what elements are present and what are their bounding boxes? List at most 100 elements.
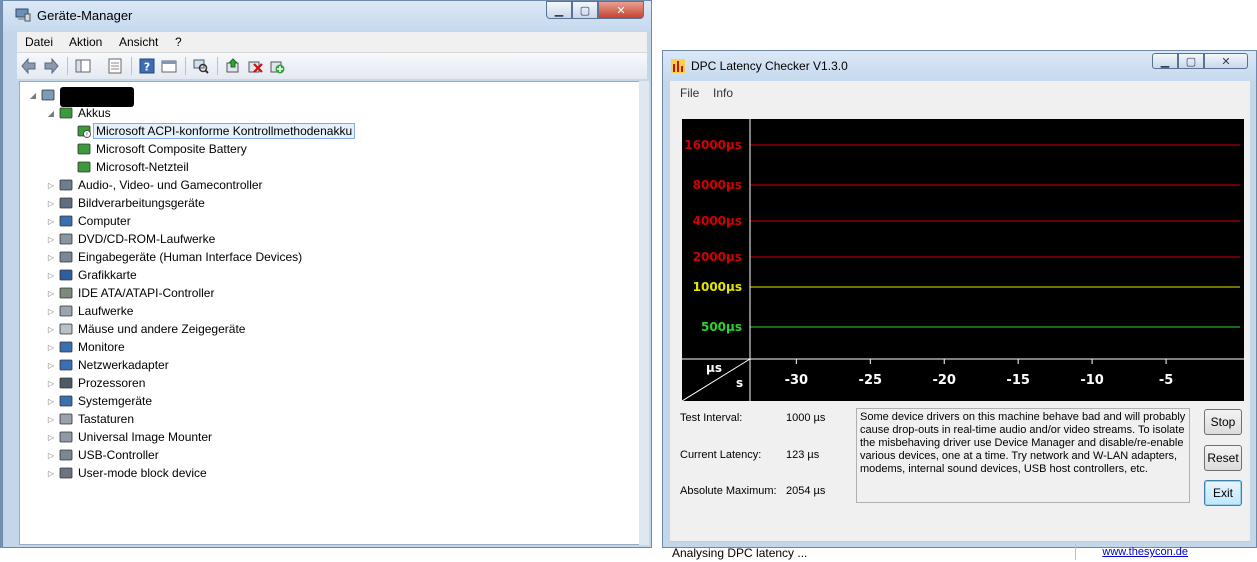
menu-bar: Datei Aktion Ansicht ? bbox=[17, 32, 647, 53]
tree-category[interactable]: ▷ Systemgeräte bbox=[46, 392, 152, 410]
tree-category[interactable]: ▷ Laufwerke bbox=[46, 302, 133, 320]
image-mounter-icon bbox=[59, 431, 73, 443]
tree-item-label: User-mode block device bbox=[78, 466, 207, 480]
speaker-icon bbox=[59, 179, 73, 191]
keyboard-icon bbox=[59, 413, 73, 425]
tree-category[interactable]: ▷ IDE ATA/ATAPI-Controller bbox=[46, 284, 215, 302]
collapsed-arrow-icon[interactable]: ▷ bbox=[46, 379, 56, 388]
show-hide-tree-icon[interactable] bbox=[75, 58, 91, 74]
tree-category[interactable]: ▷ Grafikkarte bbox=[46, 266, 137, 284]
collapsed-arrow-icon[interactable]: ▷ bbox=[46, 415, 56, 424]
view-icon[interactable] bbox=[161, 58, 177, 74]
collapsed-arrow-icon[interactable]: ▷ bbox=[46, 253, 56, 262]
menu-datei[interactable]: Datei bbox=[25, 35, 53, 49]
minimize-button[interactable]: ▁ bbox=[546, 1, 572, 19]
tree-category[interactable]: ▷ Universal Image Mounter bbox=[46, 428, 212, 446]
current-latency-value: 123 µs bbox=[786, 449, 820, 461]
device-manager-titlebar[interactable]: Geräte-Manager ▁ ▢ ✕ bbox=[3, 1, 651, 31]
collapsed-arrow-icon[interactable]: ▷ bbox=[46, 433, 56, 442]
reset-button[interactable]: Reset bbox=[1204, 445, 1242, 471]
collapsed-arrow-icon[interactable]: ▷ bbox=[46, 343, 56, 352]
maximize-button[interactable]: ▢ bbox=[572, 1, 598, 19]
tree-item-label: Prozessoren bbox=[78, 376, 146, 390]
tree-item-label: Microsoft-Netzteil bbox=[96, 160, 189, 174]
properties-icon[interactable] bbox=[107, 58, 123, 74]
collapsed-arrow-icon[interactable]: ▷ bbox=[46, 397, 56, 406]
mouse-icon bbox=[59, 323, 73, 335]
tree-category[interactable]: ▷ Bildverarbeitungsgeräte bbox=[46, 194, 205, 212]
back-icon[interactable] bbox=[21, 58, 37, 74]
tree-device[interactable]: Microsoft-Netzteil bbox=[64, 158, 189, 176]
svg-text:?: ? bbox=[144, 61, 150, 74]
tree-category[interactable]: ▷ Computer bbox=[46, 212, 131, 230]
block-device-icon bbox=[59, 467, 73, 479]
device-manager-window: Geräte-Manager ▁ ▢ ✕ Datei Aktion Ansich… bbox=[2, 0, 652, 548]
tree-item-label: Universal Image Mounter bbox=[78, 430, 213, 444]
collapsed-arrow-icon[interactable]: ▷ bbox=[46, 217, 56, 226]
collapsed-arrow-icon[interactable]: ▷ bbox=[46, 235, 56, 244]
y-tick-label: 1000µs bbox=[693, 280, 742, 294]
collapsed-arrow-icon[interactable]: ▷ bbox=[46, 199, 56, 208]
expanded-arrow-icon[interactable]: ◢ bbox=[28, 91, 38, 100]
help-icon[interactable]: ? bbox=[139, 58, 155, 74]
collapsed-arrow-icon[interactable]: ▷ bbox=[46, 469, 56, 478]
expanded-arrow-icon[interactable]: ◢ bbox=[46, 109, 56, 118]
tree-scrollbar[interactable] bbox=[639, 81, 649, 545]
tree-root[interactable]: ◢ bbox=[28, 86, 134, 107]
dpc-menu-bar: File Info bbox=[670, 81, 1250, 103]
tree-device[interactable]: Microsoft Composite Battery bbox=[64, 140, 247, 158]
test-interval-label: Test Interval: bbox=[680, 412, 743, 424]
tree-category[interactable]: ▷ User-mode block device bbox=[46, 464, 207, 482]
collapsed-arrow-icon[interactable]: ▷ bbox=[46, 451, 56, 460]
dpc-titlebar[interactable]: DPC Latency Checker V1.3.0 ▁ ▢ ✕ bbox=[663, 51, 1256, 81]
collapsed-arrow-icon[interactable]: ▷ bbox=[46, 181, 56, 190]
tree-category[interactable]: ◢ Akkus bbox=[46, 104, 111, 122]
collapsed-arrow-icon[interactable]: ▷ bbox=[46, 325, 56, 334]
tree-category[interactable]: ▷ Tastaturen bbox=[46, 410, 134, 428]
tree-category[interactable]: ▷ Audio-, Video- und Gamecontroller bbox=[46, 176, 263, 194]
tree-category[interactable]: ▷ Eingabegeräte (Human Interface Devices) bbox=[46, 248, 302, 266]
exit-button[interactable]: Exit bbox=[1204, 480, 1242, 506]
tree-category[interactable]: ▷ Monitore bbox=[46, 338, 125, 356]
dpc-menu-info[interactable]: Info bbox=[713, 86, 733, 100]
tree-category[interactable]: ▷ USB-Controller bbox=[46, 446, 159, 464]
menu-help[interactable]: ? bbox=[175, 35, 182, 49]
uninstall-icon[interactable] bbox=[247, 58, 263, 74]
menu-ansicht[interactable]: Ansicht bbox=[119, 35, 158, 49]
tree-item-label: Akkus bbox=[78, 106, 111, 120]
device-manager-icon bbox=[15, 8, 31, 22]
status-bar: Analysing DPC latency ... www.thesycon.d… bbox=[670, 541, 1250, 562]
collapsed-arrow-icon[interactable]: ▷ bbox=[46, 361, 56, 370]
tree-item-label: Computer bbox=[78, 214, 131, 228]
scan-hardware-icon[interactable] bbox=[193, 58, 209, 74]
stop-button[interactable]: Stop bbox=[1204, 409, 1242, 435]
tree-category[interactable]: ▷ Mäuse und andere Zeigegeräte bbox=[46, 320, 246, 338]
current-latency-label: Current Latency: bbox=[680, 449, 762, 461]
forward-icon[interactable] bbox=[43, 58, 59, 74]
window-title: Geräte-Manager bbox=[37, 8, 133, 23]
status-text: Analysing DPC latency ... bbox=[672, 546, 808, 560]
y-axis-unit-label: µs bbox=[706, 361, 722, 375]
dpc-maximize-button[interactable]: ▢ bbox=[1178, 53, 1204, 69]
battery-icon bbox=[77, 161, 91, 173]
close-button[interactable]: ✕ bbox=[598, 1, 644, 19]
tree-category[interactable]: ▷ Prozessoren bbox=[46, 374, 145, 392]
enable-device-icon[interactable] bbox=[269, 58, 285, 74]
dpc-minimize-button[interactable]: ▁ bbox=[1152, 53, 1178, 69]
tree-item-label: Microsoft Composite Battery bbox=[96, 142, 247, 156]
toolbar: ? bbox=[17, 53, 647, 80]
collapsed-arrow-icon[interactable]: ▷ bbox=[46, 289, 56, 298]
dpc-menu-file[interactable]: File bbox=[680, 86, 699, 100]
tree-category[interactable]: ▷ DVD/CD-ROM-Laufwerke bbox=[46, 230, 215, 248]
tree-item-label: Netzwerkadapter bbox=[78, 358, 169, 372]
collapsed-arrow-icon[interactable]: ▷ bbox=[46, 307, 56, 316]
collapsed-arrow-icon[interactable]: ▷ bbox=[46, 271, 56, 280]
menu-aktion[interactable]: Aktion bbox=[69, 35, 102, 49]
dpc-close-button[interactable]: ✕ bbox=[1204, 53, 1248, 69]
disc-drive-icon bbox=[59, 233, 73, 245]
tree-item-label: DVD/CD-ROM-Laufwerke bbox=[78, 232, 216, 246]
update-driver-icon[interactable] bbox=[225, 58, 241, 74]
tree-category[interactable]: ▷ Netzwerkadapter bbox=[46, 356, 169, 374]
tree-device[interactable]: ! Microsoft ACPI-konforme Kontrollmethode… bbox=[64, 122, 356, 140]
driver-warning-text: Some device drivers on this machine beha… bbox=[856, 408, 1190, 503]
